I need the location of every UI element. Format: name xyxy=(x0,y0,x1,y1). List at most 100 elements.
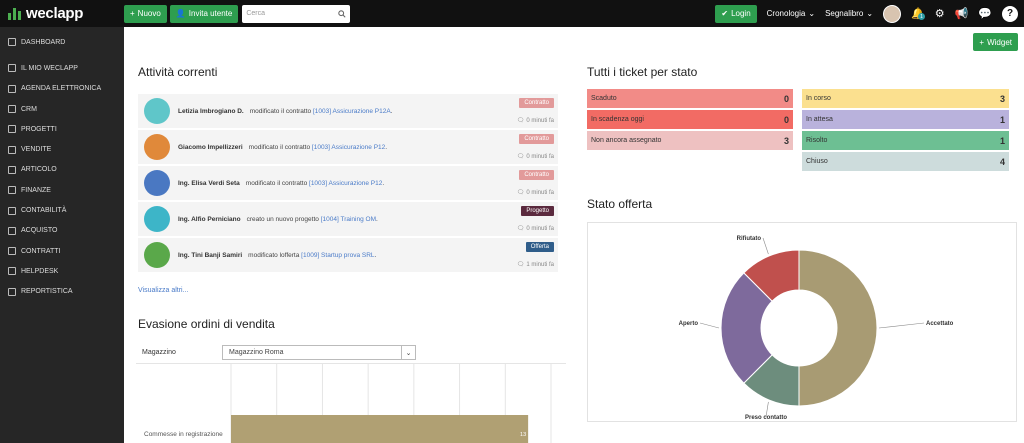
activity-action: modificato lofferta xyxy=(248,251,300,259)
sidebar-item-helpdesk[interactable]: Helpdesk xyxy=(0,261,124,281)
bar-value-label: 13 xyxy=(520,432,526,438)
sidebar-item-label: Finanze xyxy=(21,186,51,194)
dashboard-icon xyxy=(8,38,16,47)
bookmark-dropdown[interactable]: Segnalibro ⌄ xyxy=(825,9,873,18)
activity-time: 🗨 0 minuti fa xyxy=(517,153,554,161)
megaphone-icon[interactable]: 📢 xyxy=(955,7,969,20)
projects-icon xyxy=(8,125,16,134)
search-input[interactable]: Cerca xyxy=(242,4,351,23)
top-navigation-bar: weclapp + Nuovo 👤 Invita utente Cerca ✔ … xyxy=(0,0,1024,27)
sidebar-item-finance[interactable]: Finanze xyxy=(0,180,124,200)
activity-action: creato un nuovo progetto xyxy=(246,215,319,223)
sidebar-item-label: Progetti xyxy=(21,125,57,133)
ticket-status-in-progress[interactable]: In corso 3 xyxy=(802,89,1009,108)
status-badge: Offerta xyxy=(525,242,554,252)
show-more-link[interactable]: Visualizza altri... xyxy=(138,287,188,294)
gear-icon[interactable]: ⚙ xyxy=(935,7,945,20)
sidebar-item-label: Agenda elettronica xyxy=(21,85,102,93)
activity-user: Letizia Imbrogiano D. xyxy=(178,107,244,115)
crm-icon xyxy=(8,105,16,114)
ticket-status-expired[interactable]: Scaduto 0 xyxy=(587,89,793,108)
notification-badge: 1 xyxy=(918,13,926,20)
sidebar-item-dashboard[interactable]: Dashboard xyxy=(0,32,124,52)
ticket-label: Scaduto xyxy=(591,95,617,102)
ticket-status-closed[interactable]: Chiuso 4 xyxy=(802,152,1009,171)
logo-mark-icon xyxy=(8,7,21,20)
user-avatar[interactable] xyxy=(883,4,902,23)
sidebar-item-projects[interactable]: Progetti xyxy=(0,119,124,139)
ticket-count: 0 xyxy=(783,114,789,125)
login-button[interactable]: ✔ Login xyxy=(715,4,757,23)
avatar xyxy=(144,98,170,124)
checkmark-icon: ✔ xyxy=(721,9,729,18)
sidebar-item-label: Dashboard xyxy=(21,38,66,46)
list-item[interactable]: Ing. Elisa Verdi Seta modificato il cont… xyxy=(138,166,558,202)
offer-status-chart-panel: Accettato Preso contatto Aperto Rifiutato xyxy=(587,222,1017,422)
warehouse-label: Magazzino xyxy=(142,349,176,356)
activity-text: modificato il contratto [1003] Assicuraz… xyxy=(246,180,384,187)
activity-tail: . xyxy=(390,107,393,115)
headset-icon xyxy=(8,267,16,276)
activity-link[interactable]: [1003] Assicurazione P12 xyxy=(309,180,382,187)
ticket-count: 1 xyxy=(999,135,1005,146)
logo-text: weclapp xyxy=(26,5,84,22)
sidebar-item-label: Il mio weclapp xyxy=(21,64,78,72)
add-user-icon: 👤 xyxy=(175,9,186,18)
activity-action: modificato il contratto xyxy=(249,107,312,115)
activity-link[interactable]: [1003] Assicurazione P12A xyxy=(313,108,391,115)
sidebar-item-label: Contratti xyxy=(21,247,61,255)
activity-link[interactable]: [1009] Startup prova SRL xyxy=(301,252,374,259)
sidebar-item-article[interactable]: Articolo xyxy=(0,160,124,180)
ticket-label: In attesa xyxy=(806,116,833,123)
list-item[interactable]: Giacomo Impellizzeri modificato il contr… xyxy=(138,130,558,166)
activity-action: modificato il contratto xyxy=(245,179,308,187)
sidebar-item-contracts[interactable]: Contratti xyxy=(0,241,124,261)
sidebar-item-calendar[interactable]: Agenda elettronica xyxy=(0,79,124,99)
chat-icon[interactable]: 💬 xyxy=(978,7,992,20)
warehouse-select[interactable]: Magazzino Roma ⌄ xyxy=(222,345,416,360)
activity-tail: . xyxy=(374,251,377,259)
help-button[interactable]: ? xyxy=(1002,5,1018,22)
sales-title: Evasione ordini di vendita xyxy=(138,317,275,331)
list-item[interactable]: Ing. Alfio Perniciano creato un nuovo pr… xyxy=(138,202,558,238)
sidebar-item-sales[interactable]: Vendite xyxy=(0,139,124,159)
invite-user-label: Invita utente xyxy=(188,9,233,18)
status-badge: Contratto xyxy=(519,170,554,180)
weclapp-logo[interactable]: weclapp xyxy=(0,5,124,22)
chevron-down-icon: ⌄ xyxy=(808,9,816,18)
activity-time-label: 0 minuti fa xyxy=(526,117,554,124)
comment-icon: 🗨 xyxy=(516,262,525,268)
slice-leader-line xyxy=(762,237,769,255)
invite-user-button[interactable]: 👤 Invita utente xyxy=(169,4,239,23)
contract-icon xyxy=(8,247,16,256)
ticket-count: 0 xyxy=(783,93,789,104)
ticket-status-waiting[interactable]: In attesa 1 xyxy=(802,110,1009,129)
slice-label: Accettato xyxy=(926,321,954,327)
status-badge: Contratto xyxy=(519,98,554,108)
activity-tail: . xyxy=(382,179,385,187)
sidebar-item-accounting[interactable]: Contabilità xyxy=(0,200,124,220)
ticket-status-due-today[interactable]: In scadenza oggi 0 xyxy=(587,110,793,129)
activity-link[interactable]: [1004] Training OM xyxy=(321,216,376,223)
activity-time-label: 0 minuti fa xyxy=(526,189,554,196)
avatar xyxy=(144,170,170,196)
activity-link[interactable]: [1003] Assicurazione P12 xyxy=(312,144,385,151)
sidebar-item-reports[interactable]: Reportistica xyxy=(0,282,124,302)
sales-bar-chart: Commesse in registrazione 13 xyxy=(136,363,566,443)
sidebar-item-label: Articolo xyxy=(21,166,57,174)
add-widget-button[interactable]: + Widget xyxy=(973,33,1018,51)
ticket-status-unassigned[interactable]: Non ancora assegnato 3 xyxy=(587,131,793,150)
bar xyxy=(231,415,529,443)
sidebar-item-my-weclapp[interactable]: Il mio weclapp xyxy=(0,58,124,78)
list-item[interactable]: Ing. Tini Banji Samiri modificato loffer… xyxy=(138,238,558,274)
list-item[interactable]: Letizia Imbrogiano D. modificato il cont… xyxy=(138,94,558,130)
donut-slice xyxy=(798,249,878,407)
notifications-bell-icon[interactable]: 🔔1 xyxy=(911,7,926,20)
sidebar-item-purchase[interactable]: Acquisto xyxy=(0,221,124,241)
new-button[interactable]: + Nuovo xyxy=(124,4,167,23)
history-dropdown[interactable]: Cronologia ⌄ xyxy=(767,9,815,18)
sidebar-item-crm[interactable]: CRM xyxy=(0,99,124,119)
status-badge: Contratto xyxy=(519,134,554,144)
ticket-status-resolved[interactable]: Risolto 1 xyxy=(802,131,1009,150)
ticket-label: In scadenza oggi xyxy=(591,116,644,123)
